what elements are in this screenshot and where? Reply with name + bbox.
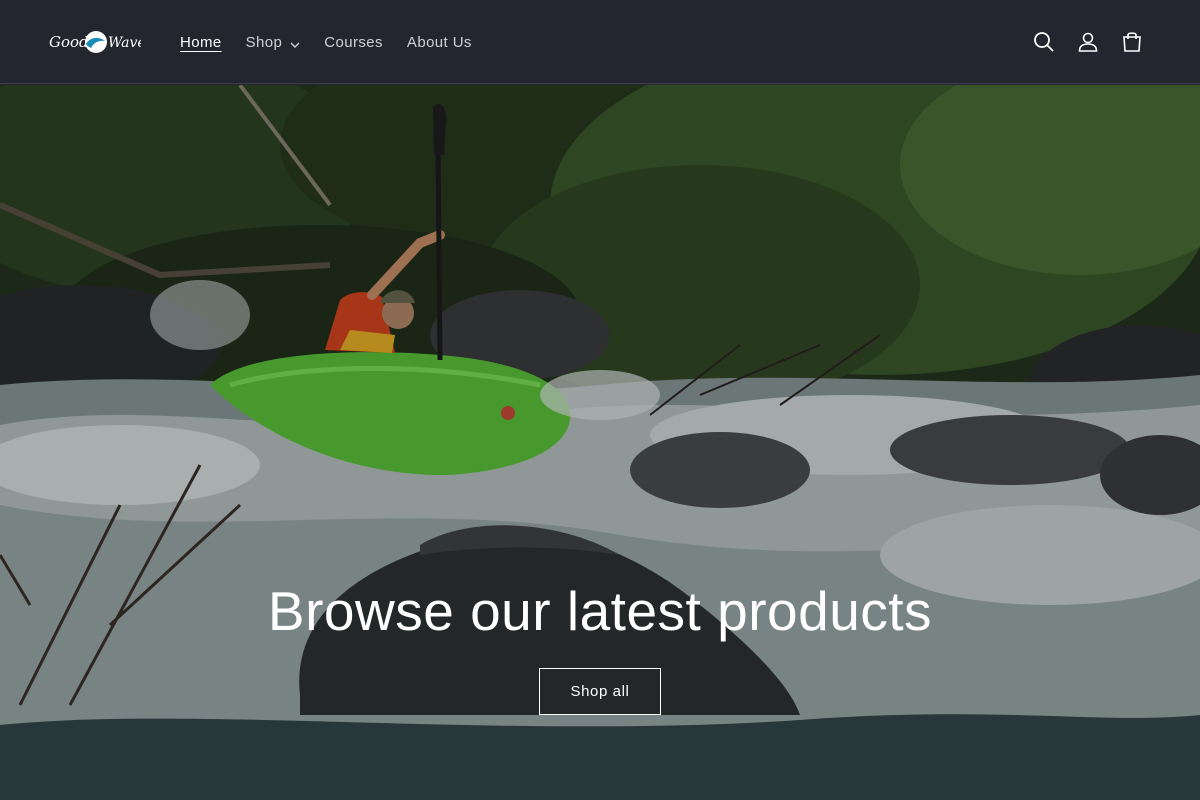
svg-text:Wave: Wave bbox=[108, 35, 141, 51]
nav-item-home[interactable]: Home bbox=[168, 0, 234, 84]
svg-text:Good: Good bbox=[49, 33, 89, 51]
hero-heading: Browse our latest products bbox=[267, 580, 933, 642]
chevron-down-icon bbox=[290, 37, 300, 48]
nav-item-label: Shop bbox=[245, 33, 283, 51]
search-icon[interactable] bbox=[1022, 20, 1066, 64]
nav-item-label: Home bbox=[180, 33, 222, 51]
main-nav: Home Shop Courses About Us bbox=[168, 0, 484, 84]
site-header: Good Wave Home Shop Courses About Us bbox=[0, 0, 1200, 84]
brand-logo[interactable]: Good Wave bbox=[49, 27, 141, 57]
nav-item-courses[interactable]: Courses bbox=[312, 0, 395, 84]
nav-item-about-us[interactable]: About Us bbox=[395, 0, 484, 84]
nav-item-label: Courses bbox=[324, 33, 383, 51]
header-icons bbox=[1022, 20, 1154, 64]
hero-banner: Browse our latest products Shop all bbox=[0, 85, 1200, 800]
account-icon[interactable] bbox=[1066, 20, 1110, 64]
cart-icon[interactable] bbox=[1110, 20, 1154, 64]
nav-item-label: About Us bbox=[406, 33, 472, 51]
shop-all-button[interactable]: Shop all bbox=[539, 668, 661, 715]
nav-item-shop[interactable]: Shop bbox=[234, 0, 313, 84]
